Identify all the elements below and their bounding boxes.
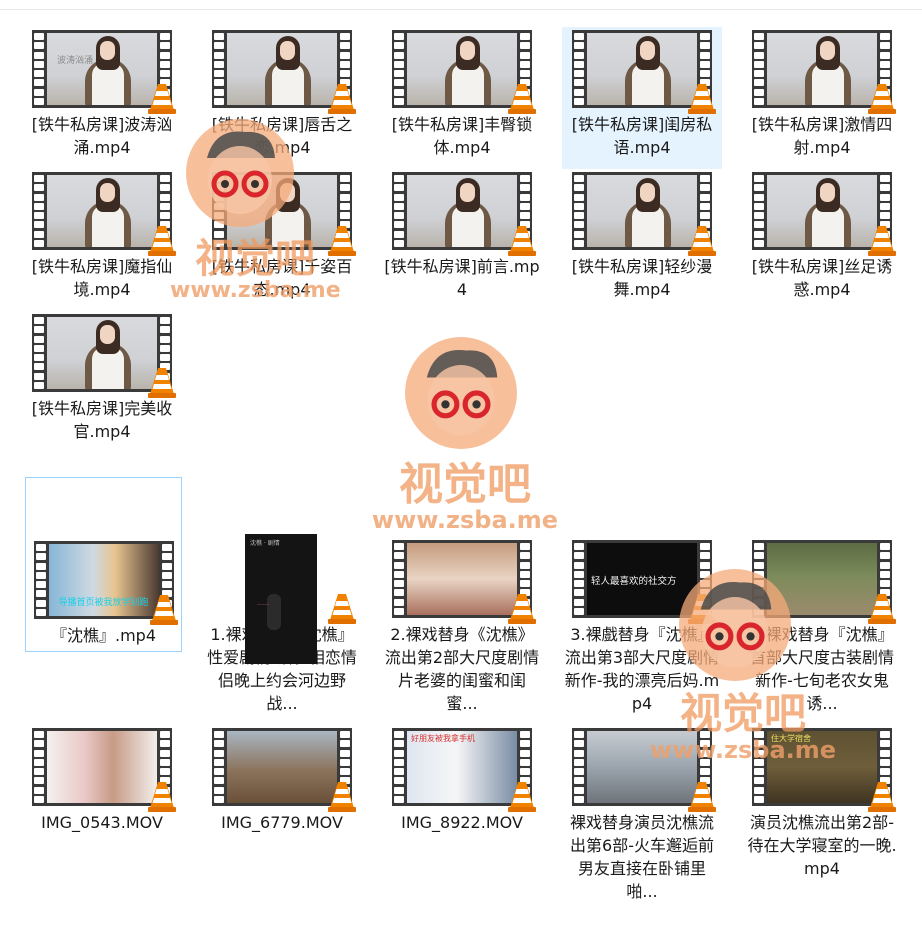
video-thumbnail xyxy=(32,314,176,398)
watermark-logo-icon xyxy=(405,337,517,449)
file-name: 演员沈樵流出第2部-待在大学寝室的一晚.mp4 xyxy=(747,813,897,878)
file-item[interactable]: [铁牛私房课]丰臀锁体.mp4 xyxy=(382,30,542,159)
file-item[interactable]: 2.裸戏替身《沈樵》流出第2部大尺度剧情片老婆的闺蜜和闺蜜... xyxy=(382,540,542,715)
watermark-text: 视觉吧 xyxy=(399,459,531,510)
vlc-cone-icon xyxy=(148,368,176,398)
file-name: [铁牛私房课]魔指仙境.mp4 xyxy=(31,257,173,299)
file-name: 2.裸戏替身《沈樵》流出第2部大尺度剧情片老婆的闺蜜和闺蜜... xyxy=(384,625,540,713)
video-thumbnail xyxy=(32,728,176,812)
vlc-cone-icon xyxy=(328,594,356,624)
watermark-url: www.zsba.me xyxy=(371,506,559,534)
video-thumbnail: 住大学宿舍 xyxy=(752,728,896,812)
file-item[interactable]: [铁牛私房课]闺房私语.mp4 xyxy=(562,27,722,169)
file-name: [铁牛私房课]闺房私语.mp4 xyxy=(571,115,713,157)
vlc-cone-icon xyxy=(328,84,356,114)
video-thumbnail xyxy=(32,172,176,256)
video-thumbnail: 好朋友被我拿手机 xyxy=(392,728,536,812)
video-thumbnail xyxy=(392,540,536,624)
file-name: [铁牛私房课]波涛汹涌.mp4 xyxy=(31,115,173,157)
video-thumbnail: 轻人最喜欢的社交方 xyxy=(572,540,716,624)
vlc-cone-icon xyxy=(508,84,536,114)
file-name: IMG_0543.MOV xyxy=(41,813,163,832)
file-item[interactable]: IMG_6779.MOV xyxy=(202,728,362,834)
video-thumbnail xyxy=(572,30,716,114)
vlc-cone-icon xyxy=(328,226,356,256)
file-name: [铁牛私房课]轻纱漫舞.mp4 xyxy=(571,257,713,299)
file-item[interactable]: 裸戏替身演员沈樵流出第6部-火车邂逅前男友直接在卧铺里啪... xyxy=(562,728,722,903)
thumbnail-subtitle: 好朋友被我拿手机 xyxy=(411,734,475,743)
file-name: [铁牛私房课]唇舌之恋.mp4 xyxy=(211,115,353,157)
vlc-cone-icon xyxy=(508,782,536,812)
file-item[interactable]: [铁牛私房课]激情四射.mp4 xyxy=(742,30,902,159)
thumbnail-subtitle: 轻人最喜欢的社交方 xyxy=(591,576,677,587)
video-thumbnail xyxy=(572,728,716,812)
file-name: [铁牛私房课]千姿百态.mp4 xyxy=(211,257,353,299)
video-thumbnail xyxy=(212,172,356,256)
thumbnail-subtitle: 住大学宿舍 xyxy=(771,734,811,743)
file-item[interactable]: [铁牛私房课]唇舌之恋.mp4 xyxy=(202,30,362,159)
file-item[interactable]: [铁牛私房课]轻纱漫舞.mp4 xyxy=(562,172,722,301)
vlc-cone-icon xyxy=(328,782,356,812)
thumbnail-subtitle: 导播首页被我放学别跑 xyxy=(58,598,149,608)
thumbnail-overlay-text: 波涛汹涌 xyxy=(57,56,94,66)
video-thumbnail xyxy=(212,728,356,812)
video-thumbnail: 波涛汹涌 xyxy=(32,30,176,114)
video-thumbnail xyxy=(392,172,536,256)
file-item[interactable]: [铁牛私房课]千姿百态.mp4 xyxy=(202,172,362,301)
file-name: 裸戏替身演员沈樵流出第6部-火车邂逅前男友直接在卧铺里啪... xyxy=(569,813,714,901)
file-item[interactable]: [铁牛私房课]完美收官.mp4 xyxy=(22,314,182,443)
file-item[interactable]: 沈樵 · 剧情…… 1.裸戏替身『沈樵』性爱剧情新作-相恋情侣晚上约会河边野战.… xyxy=(202,534,362,715)
vlc-cone-icon xyxy=(688,594,716,624)
video-thumbnail xyxy=(212,30,356,114)
watermark: 视觉吧 www.zsba.me xyxy=(370,336,560,536)
file-name: 『沈樵』.mp4 xyxy=(50,626,156,645)
file-name: [铁牛私房课]激情四射.mp4 xyxy=(751,115,893,157)
file-name: IMG_6779.MOV xyxy=(221,813,343,832)
vlc-cone-icon xyxy=(149,595,178,625)
file-item[interactable]: 住大学宿舍 演员沈樵流出第2部-待在大学寝室的一晚.mp4 xyxy=(742,728,902,880)
vlc-cone-icon xyxy=(688,782,716,812)
file-item-selected[interactable]: 导播首页被我放学别跑 『沈樵』.mp4 xyxy=(25,477,182,652)
file-item[interactable]: 波涛汹涌 [铁牛私房课]波涛汹涌.mp4 xyxy=(22,30,182,159)
file-name: IMG_8922.MOV xyxy=(401,813,523,832)
vlc-cone-icon xyxy=(868,782,896,812)
video-thumbnail xyxy=(572,172,716,256)
vlc-cone-icon xyxy=(508,226,536,256)
file-item[interactable]: 4.裸戏替身『沈樵』首部大尺度古装剧情新作-七旬老农女鬼诱... xyxy=(742,540,902,715)
video-thumbnail xyxy=(392,30,536,114)
file-item[interactable]: [铁牛私房课]丝足诱惑.mp4 xyxy=(742,172,902,301)
vlc-cone-icon xyxy=(688,84,716,114)
file-item[interactable]: IMG_0543.MOV xyxy=(22,728,182,834)
vlc-cone-icon xyxy=(868,594,896,624)
file-name: [铁牛私房课]丰臀锁体.mp4 xyxy=(391,115,533,157)
file-name: 4.裸戏替身『沈樵』首部大尺度古装剧情新作-七旬老农女鬼诱... xyxy=(749,625,894,713)
vlc-cone-icon xyxy=(148,226,176,256)
video-thumbnail: 沈樵 · 剧情…… xyxy=(212,534,356,664)
vlc-cone-icon xyxy=(148,782,176,812)
vlc-cone-icon xyxy=(508,594,536,624)
file-item[interactable]: 轻人最喜欢的社交方 3.裸戲替身『沈樵』流出第3部大尺度剧情新作-我的漂亮后妈.… xyxy=(562,540,722,715)
file-name: [铁牛私房课]完美收官.mp4 xyxy=(31,399,173,441)
file-item[interactable]: [铁牛私房课]魔指仙境.mp4 xyxy=(22,172,182,301)
video-thumbnail: 导播首页被我放学别跑 xyxy=(33,541,178,625)
vlc-cone-icon xyxy=(148,84,176,114)
file-item[interactable]: 好朋友被我拿手机 IMG_8922.MOV xyxy=(382,728,542,834)
vlc-cone-icon xyxy=(688,226,716,256)
video-thumbnail xyxy=(752,172,896,256)
file-name: [铁牛私房课]前言.mp4 xyxy=(384,257,540,299)
header-divider xyxy=(0,9,922,10)
file-name: [铁牛私房课]丝足诱惑.mp4 xyxy=(751,257,893,299)
file-name: 3.裸戲替身『沈樵』流出第3部大尺度剧情新作-我的漂亮后妈.mp4 xyxy=(564,625,720,713)
file-item[interactable]: [铁牛私房课]前言.mp4 xyxy=(382,172,542,301)
vlc-cone-icon xyxy=(868,226,896,256)
vlc-cone-icon xyxy=(868,84,896,114)
video-thumbnail xyxy=(752,540,896,624)
video-thumbnail xyxy=(752,30,896,114)
